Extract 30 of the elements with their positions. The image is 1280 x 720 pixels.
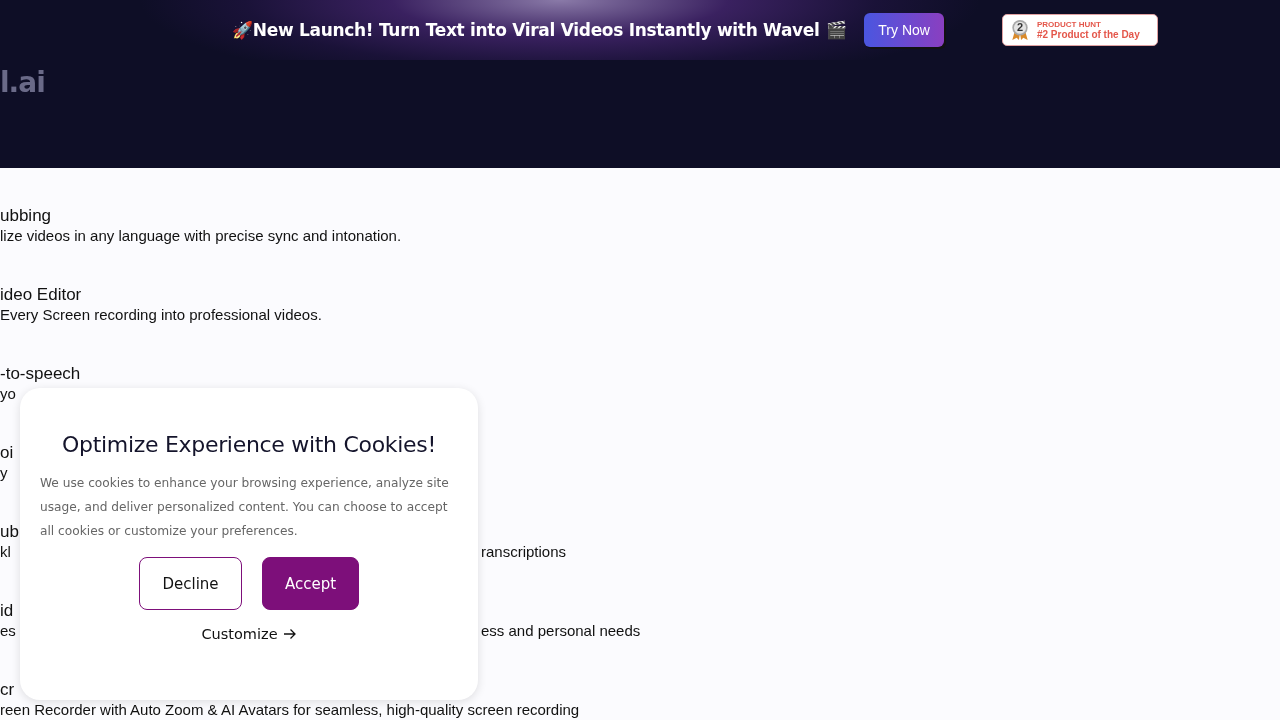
feature-description: lize videos in any language with precise sync and intonation. [0, 226, 402, 246]
logo-text: l.ai [0, 66, 45, 99]
announcement-text: New Launch! Turn Text into Viral Videos Instantly with Wavel [252, 20, 820, 40]
feature-title: ub [0, 522, 19, 542]
feature-description: ranscriptions [481, 542, 567, 562]
feature-description: Every Screen recording into professional videos. [0, 305, 322, 325]
clapper-icon: 🎬 [825, 20, 847, 40]
feature-description: reen Recorder with Auto Zoom & AI Avatars for seamless, high-quality screen recording [0, 700, 580, 720]
feature-description: es [0, 621, 16, 641]
feature-title: ubbing [0, 206, 52, 226]
badge-label: #2 Product of the Day [1036, 29, 1140, 40]
feature-description: kl [0, 542, 11, 562]
feature-title: -to-speech [0, 364, 81, 384]
feature-description: y [0, 463, 8, 483]
feature-description: ess and personal needs [481, 621, 641, 641]
product-hunt-badge[interactable]: 2 PRODUCT HUNT #2 Product of the Day [1001, 14, 1158, 46]
badge-overline: PRODUCT HUNT [1036, 20, 1102, 29]
feature-title: id [0, 601, 14, 621]
dialog-title: Optimize Experience with Cookies! [61, 432, 436, 457]
customize-link[interactable]: Customize [201, 626, 297, 642]
feature-title: ideo Editor [0, 285, 82, 305]
feature-title: oi [0, 443, 14, 463]
feature-title: cr [0, 680, 15, 700]
dialog-body: We use cookies to enhance your browsing experience, analyze site usage, and deliver personalized content. You can choose to accept all cookies or customize your preferences. [40, 475, 450, 540]
feature-description: yo [0, 384, 16, 404]
try-now-button[interactable]: Try Now [864, 13, 944, 47]
accept-button[interactable]: Accept [262, 557, 359, 610]
arrow-right-icon [282, 628, 297, 640]
decline-button[interactable]: Decline [139, 557, 242, 610]
rocket-icon: 🚀 [232, 20, 253, 40]
